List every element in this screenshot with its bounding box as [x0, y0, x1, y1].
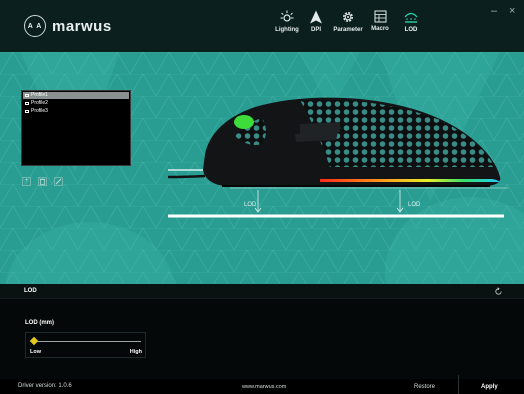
lod-unit-label: LOD (mm) [25, 320, 54, 326]
lod-slider: Low High [25, 332, 146, 358]
gear-icon [343, 12, 353, 22]
dpi-arrow-icon [310, 10, 322, 24]
settings-header: LOD [0, 284, 524, 299]
settings-title: LOD [24, 288, 37, 294]
delete-profile-icon[interactable] [38, 177, 47, 186]
app-header: A A marwus Lighting DPI Parameter Macro … [0, 0, 524, 52]
nav-macro-label: Macro [371, 26, 389, 32]
driver-version: Driver version: 1.0.6 [18, 383, 72, 389]
slider-high-label: High [129, 349, 142, 355]
nav-macro[interactable]: Macro [369, 6, 391, 46]
minimize-button[interactable]: – [491, 6, 497, 17]
slider-low-label: Low [30, 349, 41, 355]
edit-profile-icon[interactable] [54, 177, 63, 186]
profile-item-2[interactable]: Profile2 [23, 100, 129, 107]
lod-diagram-label-right: LOD [408, 202, 421, 208]
lod-preview-canvas: Profile1 Profile2 Profile3 + LOD LOD [0, 52, 524, 284]
reset-icon[interactable] [494, 287, 503, 296]
lod-settings-panel: LOD LOD (mm) Low High [0, 284, 524, 379]
lod-icon [404, 12, 418, 23]
nav-lod-label: LOD [404, 27, 418, 33]
logo-mark: A A [24, 15, 46, 37]
brand-logo: A A marwus [24, 15, 112, 37]
profile-label: Profile3 [31, 108, 48, 114]
profile-icon [25, 94, 29, 97]
website-link[interactable]: www.marwus.com [242, 384, 286, 390]
nav-lod[interactable]: LOD [400, 6, 422, 46]
profile-label: Profile1 [31, 92, 48, 98]
mouse-illustration [0, 52, 524, 284]
profile-list: Profile1 Profile2 Profile3 [21, 90, 131, 166]
nav-dpi-label: DPI [310, 27, 321, 33]
profile-item-1[interactable]: Profile1 [23, 92, 129, 99]
lod-slider-thumb[interactable] [29, 336, 39, 346]
add-profile-icon[interactable]: + [22, 177, 31, 186]
nav-lighting-label: Lighting [275, 27, 299, 33]
nav-parameter[interactable]: Parameter [332, 6, 364, 46]
profile-item-3[interactable]: Profile3 [23, 108, 129, 115]
macro-grid-icon [374, 10, 386, 23]
brand-name: marwus [52, 17, 112, 35]
nav-lighting[interactable]: Lighting [272, 6, 302, 46]
nav-parameter-label: Parameter [333, 27, 363, 33]
profile-icon [25, 110, 29, 113]
apply-button[interactable]: Apply [481, 384, 498, 390]
profile-icon [25, 102, 29, 105]
lod-diagram-label-left: LOD [244, 202, 257, 208]
restore-button[interactable]: Restore [414, 384, 435, 390]
lighting-icon [280, 10, 294, 22]
profile-label: Profile2 [31, 100, 48, 106]
nav-dpi[interactable]: DPI [306, 6, 326, 46]
lod-slider-track[interactable] [34, 341, 141, 342]
footer-divider [458, 375, 459, 394]
close-button[interactable]: × [509, 6, 515, 17]
app-footer: Driver version: 1.0.6 www.marwus.com Res… [0, 375, 524, 394]
